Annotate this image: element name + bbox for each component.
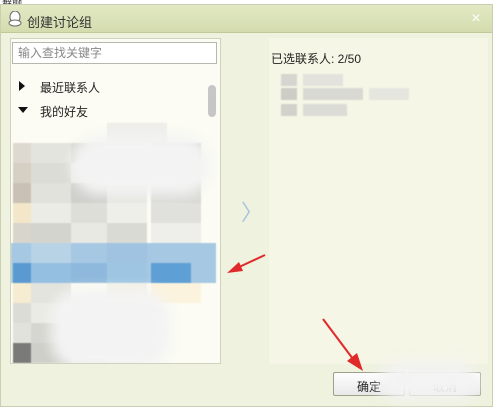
list-item[interactable] bbox=[303, 88, 363, 100]
collapse-arrow-icon[interactable] bbox=[18, 107, 28, 113]
list-item[interactable] bbox=[369, 88, 409, 100]
list-item[interactable] bbox=[11, 203, 216, 223]
chevron-right-icon: 〉 bbox=[241, 200, 264, 225]
list-item[interactable] bbox=[281, 104, 297, 116]
search-input[interactable] bbox=[12, 42, 217, 64]
group-label: 我的好友 bbox=[40, 105, 89, 119]
annotation-arrow-icon bbox=[227, 254, 266, 273]
list-item[interactable] bbox=[303, 104, 347, 116]
dialog-title: 创建讨论组 bbox=[27, 15, 93, 30]
obscured-area bbox=[51, 289, 171, 363]
qq-penguin-icon bbox=[8, 11, 22, 27]
obscured-area bbox=[379, 361, 479, 401]
expand-arrow-icon[interactable] bbox=[19, 81, 25, 91]
obscured-area bbox=[71, 135, 211, 195]
group-recent-contacts[interactable]: 最近联系人 bbox=[13, 75, 203, 97]
selected-contacts-list bbox=[279, 74, 419, 130]
dialog-titlebar[interactable]: 创建讨论组 × bbox=[1, 5, 492, 33]
list-item-selected[interactable] bbox=[11, 243, 216, 263]
selected-count-label: 已选联系人: 2/50 bbox=[271, 52, 362, 66]
list-item[interactable] bbox=[303, 74, 343, 86]
list-item[interactable] bbox=[11, 223, 216, 243]
scrollbar-thumb[interactable] bbox=[208, 85, 216, 117]
group-label: 最近联系人 bbox=[40, 81, 101, 95]
close-icon[interactable]: × bbox=[468, 11, 484, 27]
selected-contacts-panel: 已选联系人: 2/50 bbox=[269, 38, 488, 364]
annotation-arrow-icon bbox=[322, 318, 363, 371]
create-discussion-group-dialog: 创建讨论组 × 最近联系人 我的好友 bbox=[0, 4, 493, 407]
contact-tree-panel: 最近联系人 我的好友 bbox=[10, 38, 221, 364]
list-item[interactable] bbox=[281, 74, 297, 86]
list-item[interactable] bbox=[281, 88, 297, 100]
group-my-friends[interactable]: 我的好友 bbox=[13, 99, 203, 121]
list-item-selected[interactable] bbox=[11, 263, 216, 283]
